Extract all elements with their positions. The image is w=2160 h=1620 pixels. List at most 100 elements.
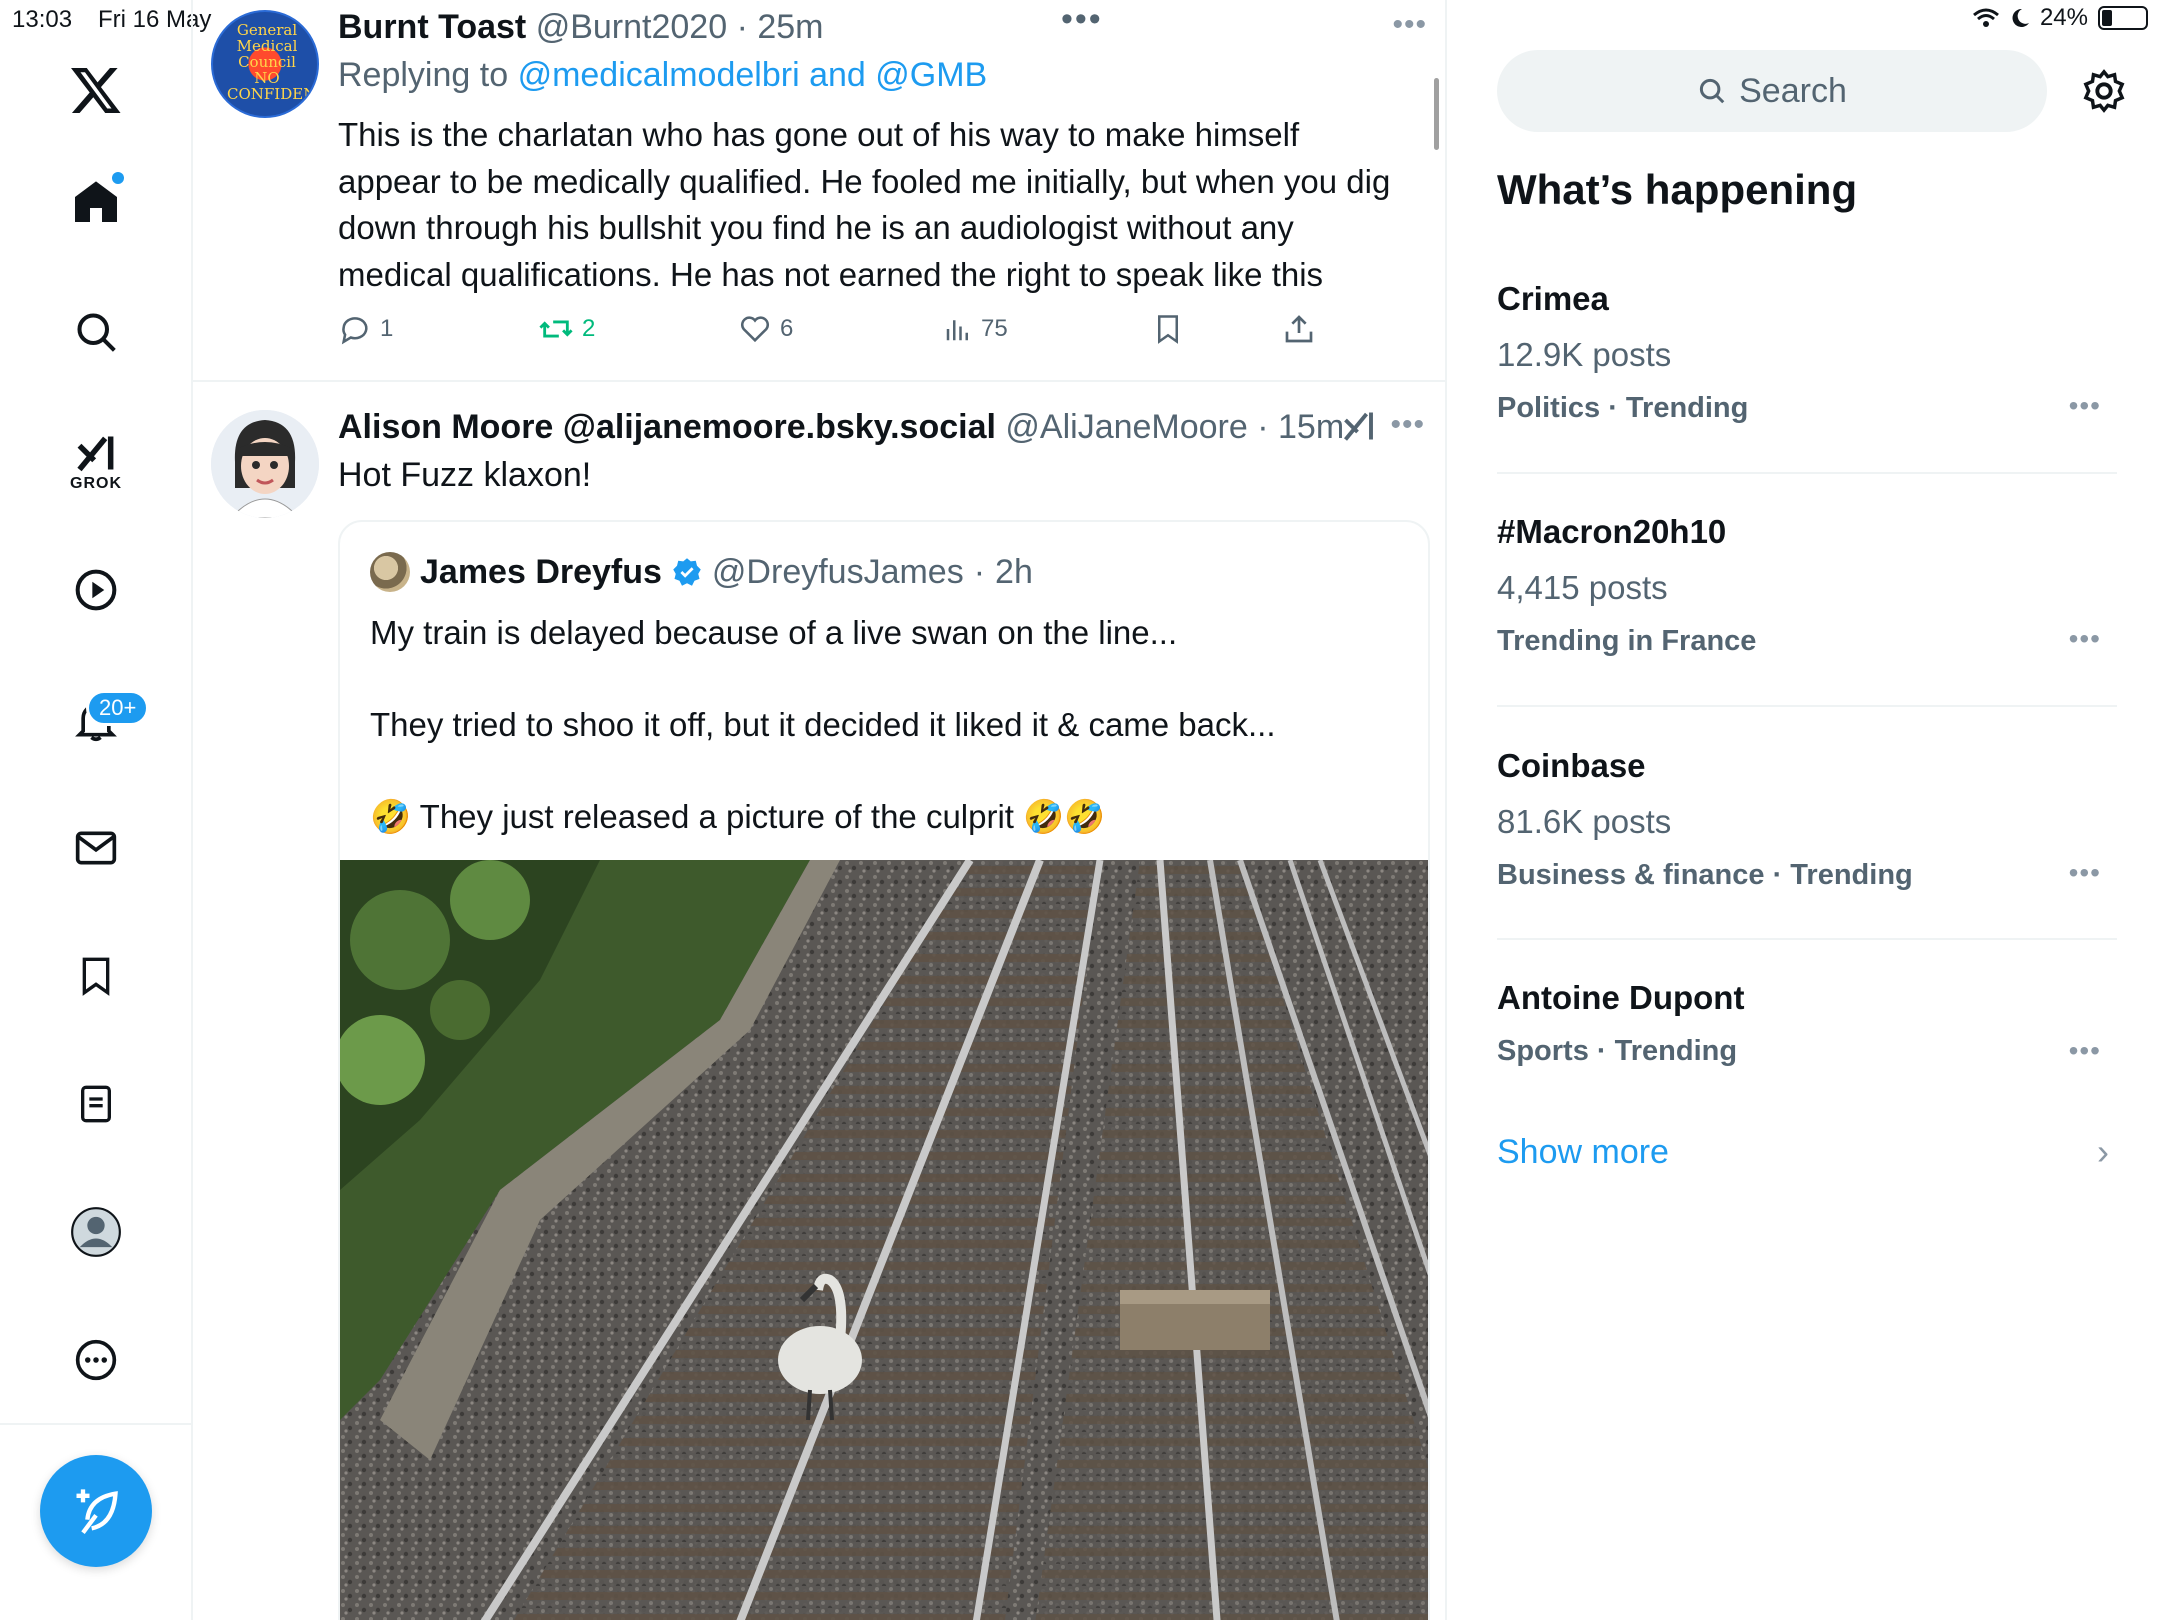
heart-icon	[740, 316, 770, 343]
trend-item[interactable]: Crimea 12.9K posts Politics · Trending •…	[1497, 280, 2117, 425]
more-circle-icon	[75, 1339, 117, 1381]
trend-topic: #Macron20h10	[1497, 513, 1727, 550]
bookmark-button[interactable]	[1153, 312, 1183, 346]
grok-icon	[77, 436, 114, 472]
trend-category: Trending in France	[1497, 625, 1757, 657]
trend-more-icon[interactable]: •••	[2069, 390, 2101, 422]
retweet-icon	[539, 320, 573, 338]
tweet-more-icon[interactable]: •••	[1390, 408, 1425, 442]
show-more-link[interactable]: Show more ›	[1497, 1131, 2117, 1172]
quote-avatar[interactable]	[370, 552, 410, 592]
reply-count: 1	[380, 315, 394, 342]
grok-icon[interactable]	[1341, 408, 1377, 449]
home-unread-dot	[112, 172, 124, 184]
quote-text: My train is delayed because of a live sw…	[370, 614, 1276, 835]
x-logo-icon[interactable]	[56, 50, 136, 130]
list-icon	[81, 1085, 111, 1123]
tweet-actions: 1 2 6 75	[338, 312, 1338, 356]
trend-item[interactable]: Coinbase 81.6K posts Business & finance …	[1497, 747, 2117, 892]
notifications-badge: 20+	[86, 690, 150, 726]
avatar-text: General Medical Council NO CONFIDENCE	[227, 21, 317, 103]
left-navigation: GROK 20+	[0, 0, 193, 1620]
nav-messages[interactable]	[56, 808, 136, 888]
grok-label: GROK	[70, 475, 122, 492]
trend-topic: Antoine Dupont	[1497, 979, 1745, 1016]
tweet-time[interactable]: 25m	[757, 8, 823, 46]
timeline[interactable]: ••• General Medical Council NO CONFIDENC…	[193, 0, 1447, 1620]
tweet-text: Hot Fuzz klaxon!	[338, 456, 592, 494]
retweet-button[interactable]: 2	[538, 312, 595, 346]
author-name[interactable]: Burnt Toast	[338, 8, 526, 46]
trend-more-icon[interactable]: •••	[2069, 623, 2101, 655]
tweet-time[interactable]: 15m	[1278, 408, 1344, 446]
trend-divider	[1497, 705, 2117, 707]
tweet-header: Burnt Toast @Burnt2020 · 25m	[338, 8, 824, 46]
search-icon	[77, 313, 116, 352]
trend-category: Business & finance · Trending	[1497, 859, 1913, 891]
nav-home[interactable]	[56, 162, 136, 242]
avatar[interactable]	[211, 410, 319, 518]
replying-to-link[interactable]: @medicalmodelbri and @GMB	[518, 56, 988, 94]
nav-explore[interactable]	[56, 292, 136, 372]
trend-count: 81.6K posts	[1497, 803, 1672, 840]
compose-post-button[interactable]	[40, 1455, 152, 1567]
quoted-tweet[interactable]: James Dreyfus @DreyfusJames · 2h My train …	[338, 520, 1430, 1620]
gear-icon	[2083, 69, 2125, 113]
settings-button[interactable]	[2079, 66, 2129, 116]
retweet-count: 2	[582, 315, 596, 342]
like-button[interactable]: 6	[738, 312, 793, 346]
reply-icon	[341, 317, 368, 345]
right-sidebar: Search What’s happening Crimea 12.9K pos…	[1449, 0, 2160, 1620]
play-icon	[75, 569, 117, 611]
trend-more-icon[interactable]: •••	[2069, 857, 2101, 889]
search-icon	[1700, 78, 1725, 104]
author-name[interactable]: Alison Moore @alijanemoore.bsky.social	[338, 408, 996, 446]
tweet-more-icon[interactable]: •••	[1392, 8, 1427, 42]
tweet[interactable]: General Medical Council NO CONFIDENCE Bu…	[193, 0, 1445, 382]
trend-divider	[1497, 472, 2117, 474]
author-handle[interactable]: @Burnt2020	[536, 8, 727, 46]
avatar[interactable]: General Medical Council NO CONFIDENCE	[211, 10, 319, 118]
quote-header: James Dreyfus @DreyfusJames · 2h	[370, 552, 1033, 592]
trend-count: 12.9K posts	[1497, 336, 1672, 373]
nav-profile[interactable]	[56, 1192, 136, 1272]
nav-bookmarks[interactable]	[56, 936, 136, 1016]
trend-topic: Crimea	[1497, 280, 1609, 317]
nav-video[interactable]	[56, 550, 136, 630]
trend-item[interactable]: #Macron20h10 4,415 posts Trending in Fra…	[1497, 513, 2117, 658]
verified-badge-icon	[673, 558, 701, 586]
trend-category: Politics · Trending	[1497, 392, 1749, 424]
nav-more[interactable]	[56, 1320, 136, 1400]
profile-avatar-icon	[71, 1207, 121, 1257]
quote-time[interactable]: 2h	[995, 553, 1033, 592]
replying-to-prefix: Replying to	[338, 56, 509, 94]
tweet-text: This is the charlatan who has gone out o…	[338, 116, 1391, 293]
like-count: 6	[780, 315, 794, 342]
nav-grok[interactable]: GROK	[56, 422, 136, 502]
trend-count: 4,415 posts	[1497, 569, 1668, 606]
trend-topic: Coinbase	[1497, 747, 1646, 784]
bookmark-icon	[1158, 315, 1178, 344]
chevron-right-icon: ›	[2097, 1131, 2109, 1172]
trend-more-icon[interactable]: •••	[2069, 1035, 2101, 1067]
swan-on-tracks-photo[interactable]	[340, 860, 1428, 1620]
feather-plus-icon	[76, 1489, 118, 1534]
home-icon	[75, 181, 117, 222]
reply-button[interactable]: 1	[338, 312, 393, 346]
show-more-label: Show more	[1497, 1133, 1669, 1171]
views-button[interactable]: 75	[943, 312, 1008, 346]
nav-divider	[0, 1423, 193, 1425]
share-button[interactable]	[1283, 312, 1315, 346]
nav-lists[interactable]	[56, 1064, 136, 1144]
search-input[interactable]: Search	[1497, 50, 2047, 132]
search-placeholder: Search	[1739, 71, 1847, 110]
quote-author-handle[interactable]: @DreyfusJames	[712, 553, 964, 592]
tweet-header: Alison Moore @alijanemoore.bsky.social @…	[338, 408, 1345, 446]
trend-divider	[1497, 938, 2117, 940]
mail-icon	[75, 831, 117, 865]
trend-item[interactable]: Antoine Dupont Sports · Trending •••	[1497, 979, 2117, 1068]
share-icon	[1285, 315, 1313, 343]
nav-notifications[interactable]: 20+	[56, 680, 150, 760]
author-handle[interactable]: @AliJaneMoore	[1005, 408, 1247, 446]
quote-author-name[interactable]: James Dreyfus	[420, 553, 662, 592]
